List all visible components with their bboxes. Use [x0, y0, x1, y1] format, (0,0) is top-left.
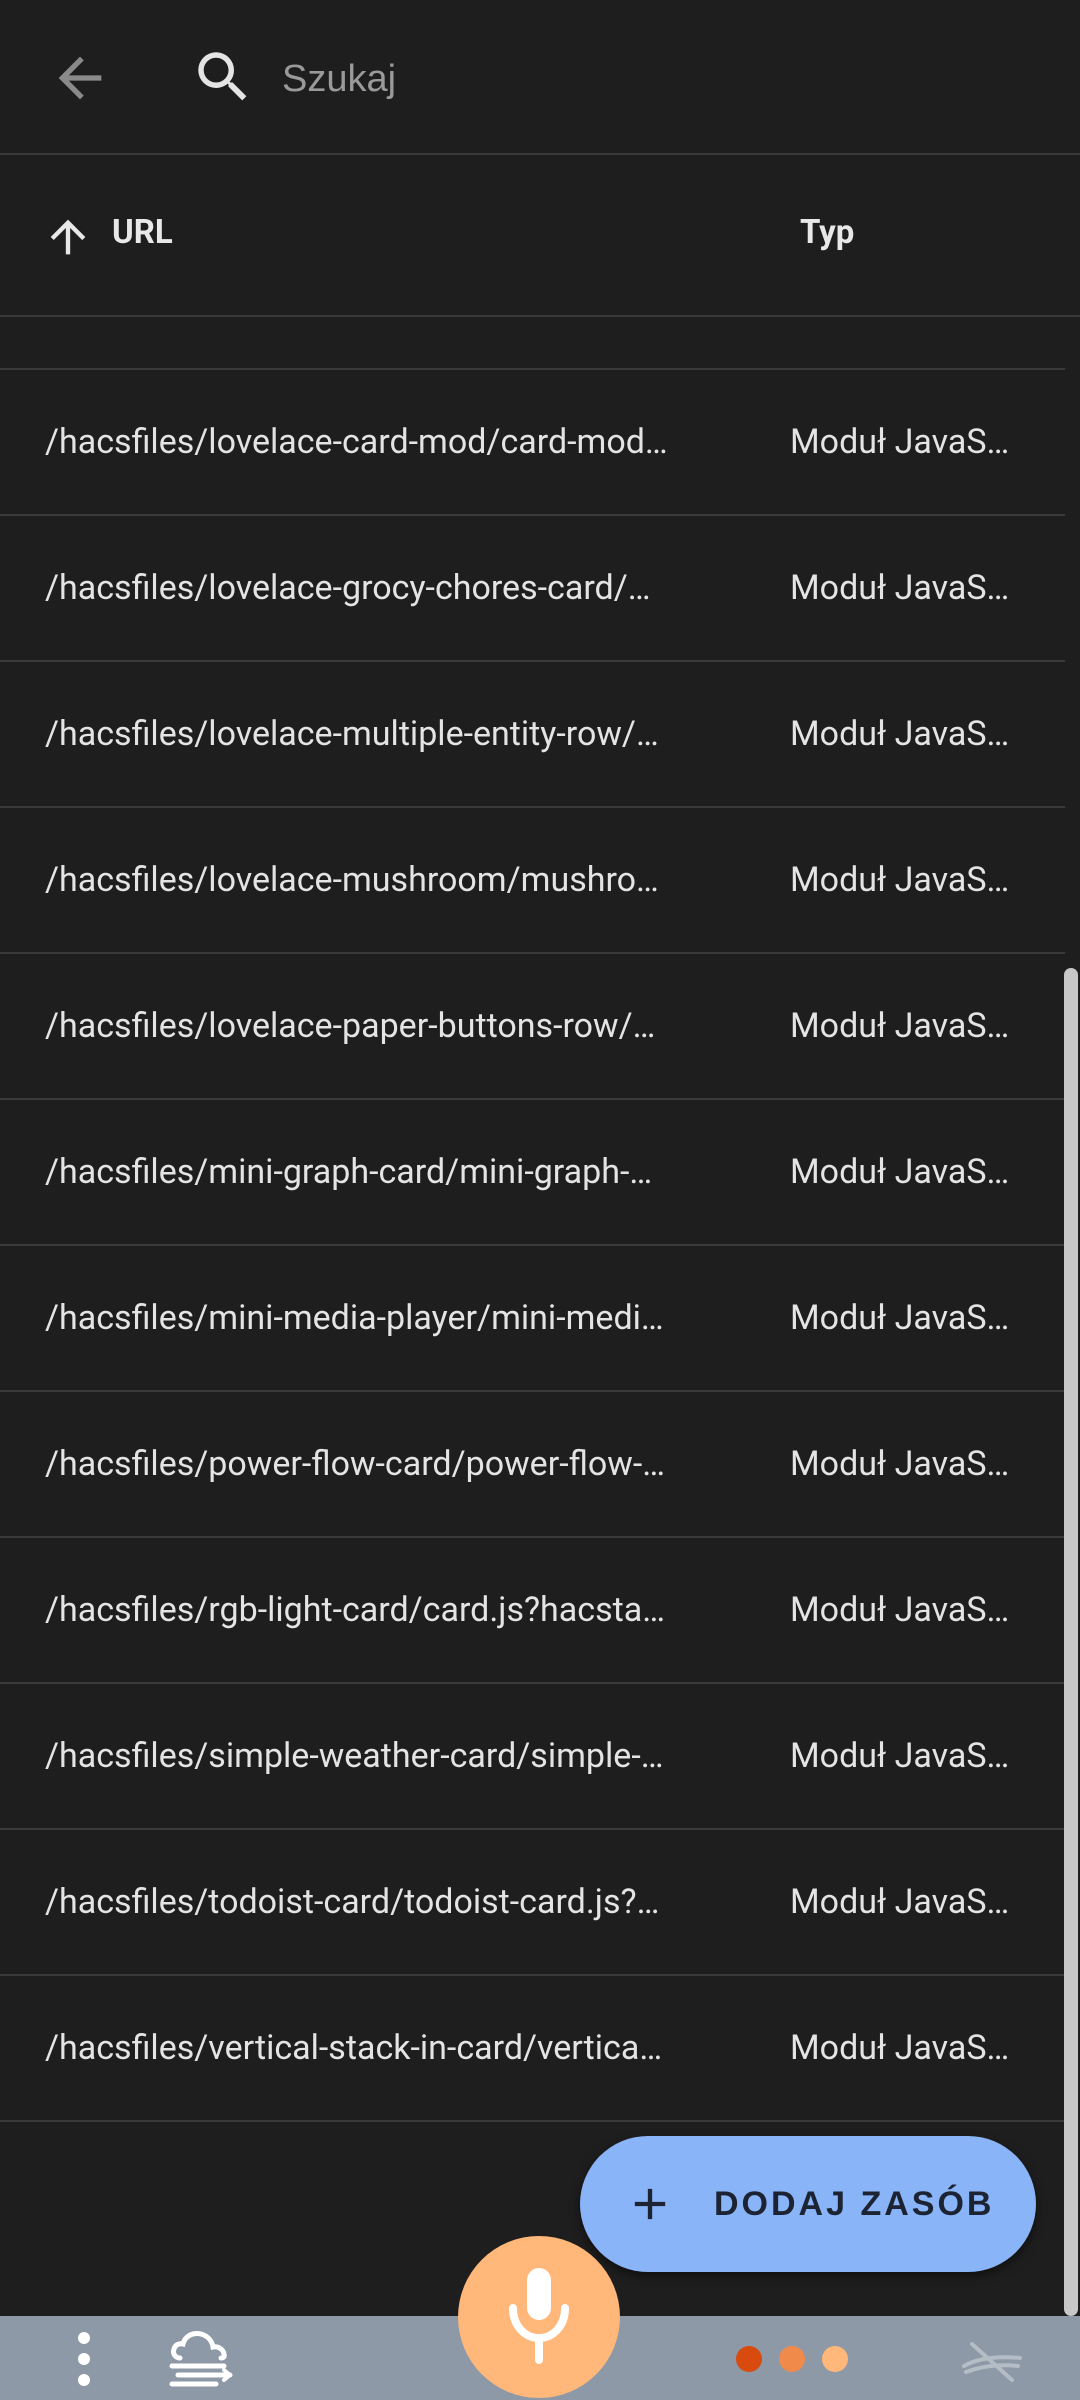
url-cell: /hacsfiles/todoist-card/todoist-card.js?…	[45, 1882, 660, 1922]
url-cell: /hacsfiles/lovelace-grocy-chores-card/…	[45, 568, 651, 608]
search-icon	[190, 44, 256, 110]
table-row[interactable]: /hacsfiles/mini-media-player/mini-medi… …	[0, 1246, 1065, 1392]
table-row[interactable]: /hacsfiles/lovelace-card-mod/card-mod… M…	[0, 370, 1065, 516]
plus-icon	[634, 2188, 666, 2220]
table-body: /hacsfiles/lovelace-card-mod/card-mod… M…	[0, 370, 1065, 2122]
type-cell: Moduł JavaS…	[790, 2028, 1010, 2068]
add-resource-button[interactable]: DODAJ ZASÓB	[580, 2136, 1036, 2272]
table-header: URL Typ	[0, 155, 1080, 317]
back-button[interactable]	[48, 46, 112, 110]
screen: URL Typ /hacsfiles/lovelace-card-mod/car…	[0, 0, 1080, 2400]
url-cell: /hacsfiles/simple-weather-card/simple-…	[45, 1736, 664, 1776]
type-cell: Moduł JavaS…	[790, 1298, 1010, 1338]
table-row[interactable]: /hacsfiles/todoist-card/todoist-card.js?…	[0, 1830, 1065, 1976]
search-toolbar	[0, 0, 1080, 155]
url-cell: /hacsfiles/mini-media-player/mini-medi…	[45, 1298, 664, 1338]
table-row[interactable]: /hacsfiles/lovelace-paper-buttons-row/… …	[0, 954, 1065, 1100]
url-cell: /hacsfiles/lovelace-multiple-entity-row/…	[45, 714, 659, 754]
table-row[interactable]: /hacsfiles/vertical-stack-in-card/vertic…	[0, 1976, 1065, 2122]
table-row[interactable]: /hacsfiles/simple-weather-card/simple-… …	[0, 1684, 1065, 1830]
type-cell: Moduł JavaS…	[790, 714, 1010, 754]
url-cell: /hacsfiles/rgb-light-card/card.js?hacsta…	[45, 1590, 665, 1630]
type-cell: Moduł JavaS…	[790, 1444, 1010, 1484]
type-cell: Moduł JavaS…	[790, 1006, 1010, 1046]
type-cell: Moduł JavaS…	[790, 1882, 1010, 1922]
sort-ascending-icon[interactable]	[42, 211, 94, 263]
type-cell: Moduł JavaS…	[790, 422, 1010, 462]
table-row[interactable]: /hacsfiles/mini-graph-card/mini-graph-… …	[0, 1100, 1065, 1246]
arrow-back-icon	[58, 56, 102, 100]
table-row[interactable]: /hacsfiles/power-flow-card/power-flow-… …	[0, 1392, 1065, 1538]
status-dots-icon[interactable]	[732, 2342, 852, 2376]
menu-dots-icon[interactable]	[70, 2330, 98, 2388]
url-cell: /hacsfiles/lovelace-mushroom/mushro…	[45, 860, 659, 900]
table-row[interactable]: /hacsfiles/lovelace-grocy-chores-card/… …	[0, 516, 1065, 662]
url-cell: /hacsfiles/lovelace-paper-buttons-row/…	[45, 1006, 656, 1046]
url-cell: /hacsfiles/lovelace-card-mod/card-mod…	[45, 422, 668, 462]
url-cell: /hacsfiles/mini-graph-card/mini-graph-…	[45, 1152, 653, 1192]
url-cell: /hacsfiles/vertical-stack-in-card/vertic…	[45, 2028, 663, 2068]
column-header-type[interactable]: Typ	[800, 213, 854, 252]
type-cell: Moduł JavaS…	[790, 1590, 1010, 1630]
search-input[interactable]	[280, 40, 984, 118]
voice-assistant-button[interactable]	[458, 2236, 620, 2398]
column-header-url[interactable]: URL	[112, 213, 173, 252]
type-cell: Moduł JavaS…	[790, 568, 1010, 608]
sync-off-icon[interactable]	[958, 2336, 1026, 2384]
weather-icon[interactable]	[166, 2328, 238, 2390]
add-resource-label: DODAJ ZASÓB	[714, 2185, 995, 2223]
table-row-partial	[0, 317, 1065, 370]
type-cell: Moduł JavaS…	[790, 1152, 1010, 1192]
mic-icon	[509, 2268, 569, 2364]
type-cell: Moduł JavaS…	[790, 1736, 1010, 1776]
type-cell: Moduł JavaS…	[790, 860, 1010, 900]
table-row[interactable]: /hacsfiles/lovelace-multiple-entity-row/…	[0, 662, 1065, 808]
url-cell: /hacsfiles/power-flow-card/power-flow-…	[45, 1444, 666, 1484]
table-row[interactable]: /hacsfiles/lovelace-mushroom/mushro… Mod…	[0, 808, 1065, 954]
table-row[interactable]: /hacsfiles/rgb-light-card/card.js?hacsta…	[0, 1538, 1065, 1684]
scrollbar[interactable]	[1064, 968, 1078, 2316]
